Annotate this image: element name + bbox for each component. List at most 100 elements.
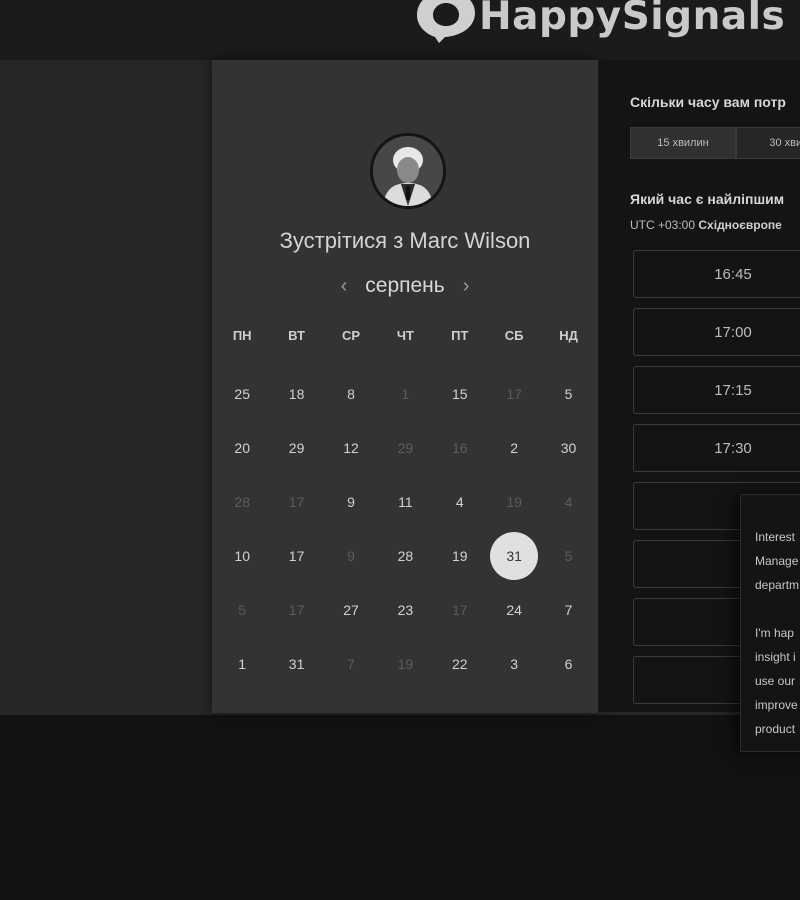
timezone-offset: UTC +03:00 [630, 218, 696, 232]
calendar-day: 17 [269, 583, 323, 637]
time-slot[interactable]: 17:30 [633, 424, 800, 472]
weekday-label: ПН [232, 328, 252, 343]
calendar-day[interactable]: 1 [215, 637, 269, 691]
calendar-day[interactable]: 9 [324, 475, 378, 529]
weekday-label: СР [341, 328, 360, 343]
calendar-day-number: 30 [560, 440, 577, 456]
calendar-day-number: 9 [347, 494, 355, 510]
calendar-day: 29 [378, 421, 432, 475]
calendar-day-number: 5 [564, 548, 573, 564]
popup-text: Interest Manage departm I'm hap insight … [755, 525, 800, 751]
calendar-day-number: 28 [397, 548, 414, 564]
calendar-day[interactable]: 2 [487, 421, 541, 475]
calendar-day-number: 23 [397, 602, 414, 618]
month-label: серпень [365, 274, 445, 297]
calendar-day: 17 [269, 475, 323, 529]
calendar-day: 1 [378, 367, 432, 421]
calendar-day-number: 29 [288, 440, 305, 456]
calendar-day-number: 27 [343, 602, 359, 618]
calendar-day[interactable]: 23 [378, 583, 432, 637]
calendar-day: 9 [324, 529, 378, 583]
scheduler-panel: Зустрітися з Marc Wilson ‹ серпень › ПН … [212, 60, 598, 713]
calendar-day[interactable]: 7 [541, 583, 595, 637]
calendar-day-number: 11 [398, 494, 413, 510]
calendar-day-number: 2 [510, 440, 519, 456]
brand-name: HappySignals [479, 0, 786, 39]
calendar-day-selected[interactable]: 31 [487, 529, 541, 583]
calendar-day-number: 12 [343, 440, 359, 456]
speech-bubble-logo-icon [417, 0, 475, 43]
calendar-day[interactable]: 4 [433, 475, 487, 529]
calendar-day[interactable]: 30 [541, 421, 595, 475]
calendar-day[interactable]: 11 [378, 475, 432, 529]
time-question: Який час є найліпшим [630, 191, 785, 207]
calendar-day-number: 28 [234, 494, 250, 510]
avatar [370, 133, 446, 209]
calendar-day: 16 [433, 421, 487, 475]
calendar-day-number: 17 [451, 602, 468, 618]
timezone-name: Східноєвропе [698, 218, 782, 232]
duration-option-15[interactable]: 15 хвилин [630, 127, 736, 159]
calendar-day[interactable]: 10 [215, 529, 269, 583]
calendar-day: 5 [541, 529, 595, 583]
weekday-header: ПН ВТ СР ЧТ ПТ СБ НД [215, 328, 596, 343]
calendar-day[interactable]: 27 [324, 583, 378, 637]
calendar-day-number: 17 [506, 386, 522, 402]
calendar-day[interactable]: 8 [324, 367, 378, 421]
calendar-day-number: 7 [347, 656, 355, 672]
weekday-label: ЧТ [396, 328, 414, 343]
calendar-day-number: 6 [564, 656, 573, 672]
calendar-day-number: 19 [397, 656, 414, 672]
calendar-day-number: 4 [455, 494, 464, 510]
calendar-day[interactable]: 22 [433, 637, 487, 691]
calendar-day[interactable]: 20 [215, 421, 269, 475]
calendar-day-number: 3 [510, 656, 519, 672]
duration-option-30[interactable]: 30 хвил [736, 127, 800, 159]
calendar-day-number: 20 [234, 440, 250, 456]
calendar-day-number: 9 [347, 548, 355, 564]
month-navigation: ‹ серпень › [212, 274, 598, 298]
calendar-day-number: 17 [288, 494, 305, 510]
weekday-label: СБ [504, 328, 524, 343]
calendar-day-number: 15 [451, 386, 468, 402]
calendar-day[interactable]: 12 [324, 421, 378, 475]
duration-question: Скільки часу вам потр [630, 94, 786, 110]
calendar-day-number: 22 [451, 656, 468, 672]
info-popup: Interest Manage departm I'm hap insight … [740, 494, 800, 752]
calendar-day-number: 8 [347, 386, 355, 402]
calendar-day-number: 5 [238, 602, 247, 618]
calendar-day: 19 [487, 475, 541, 529]
happysignals-logo[interactable]: HappySignals [415, 0, 785, 46]
calendar-day: 28 [215, 475, 269, 529]
calendar-day: 4 [541, 475, 595, 529]
popup-paragraph: I'm hap insight i use our improve produc… [755, 626, 798, 736]
calendar-day[interactable]: 25 [215, 367, 269, 421]
duration-options: 15 хвилин 30 хвил [630, 127, 800, 159]
calendar-day[interactable]: 3 [487, 637, 541, 691]
calendar-day[interactable]: 29 [269, 421, 323, 475]
time-slot[interactable]: 17:00 [633, 308, 800, 356]
time-slot[interactable]: 17:15 [633, 366, 800, 414]
chevron-right-icon[interactable]: › [463, 275, 470, 298]
calendar-day-number: 17 [288, 548, 305, 564]
time-slot[interactable]: 16:45 [633, 250, 800, 298]
timezone-label[interactable]: UTC +03:00 Східноєвропе [630, 218, 782, 232]
calendar-day[interactable]: 18 [269, 367, 323, 421]
calendar-day[interactable]: 28 [378, 529, 432, 583]
calendar-day-number: 19 [451, 548, 468, 564]
calendar-day-number: 1 [401, 386, 410, 402]
chevron-left-icon[interactable]: ‹ [341, 275, 348, 298]
calendar-day[interactable]: 6 [541, 637, 595, 691]
calendar-day-number: 31 [288, 656, 305, 672]
calendar-day[interactable]: 19 [433, 529, 487, 583]
calendar-day[interactable]: 31 [269, 637, 323, 691]
calendar-day[interactable]: 24 [487, 583, 541, 637]
calendar-day[interactable]: 17 [269, 529, 323, 583]
calendar-day[interactable]: 5 [541, 367, 595, 421]
calendar-day-number: 4 [564, 494, 573, 510]
calendar-day[interactable]: 15 [433, 367, 487, 421]
weekday-label: ВТ [288, 328, 305, 343]
calendar-day-number: 16 [451, 440, 468, 456]
calendar-day: 19 [378, 637, 432, 691]
calendar-day: 17 [487, 367, 541, 421]
